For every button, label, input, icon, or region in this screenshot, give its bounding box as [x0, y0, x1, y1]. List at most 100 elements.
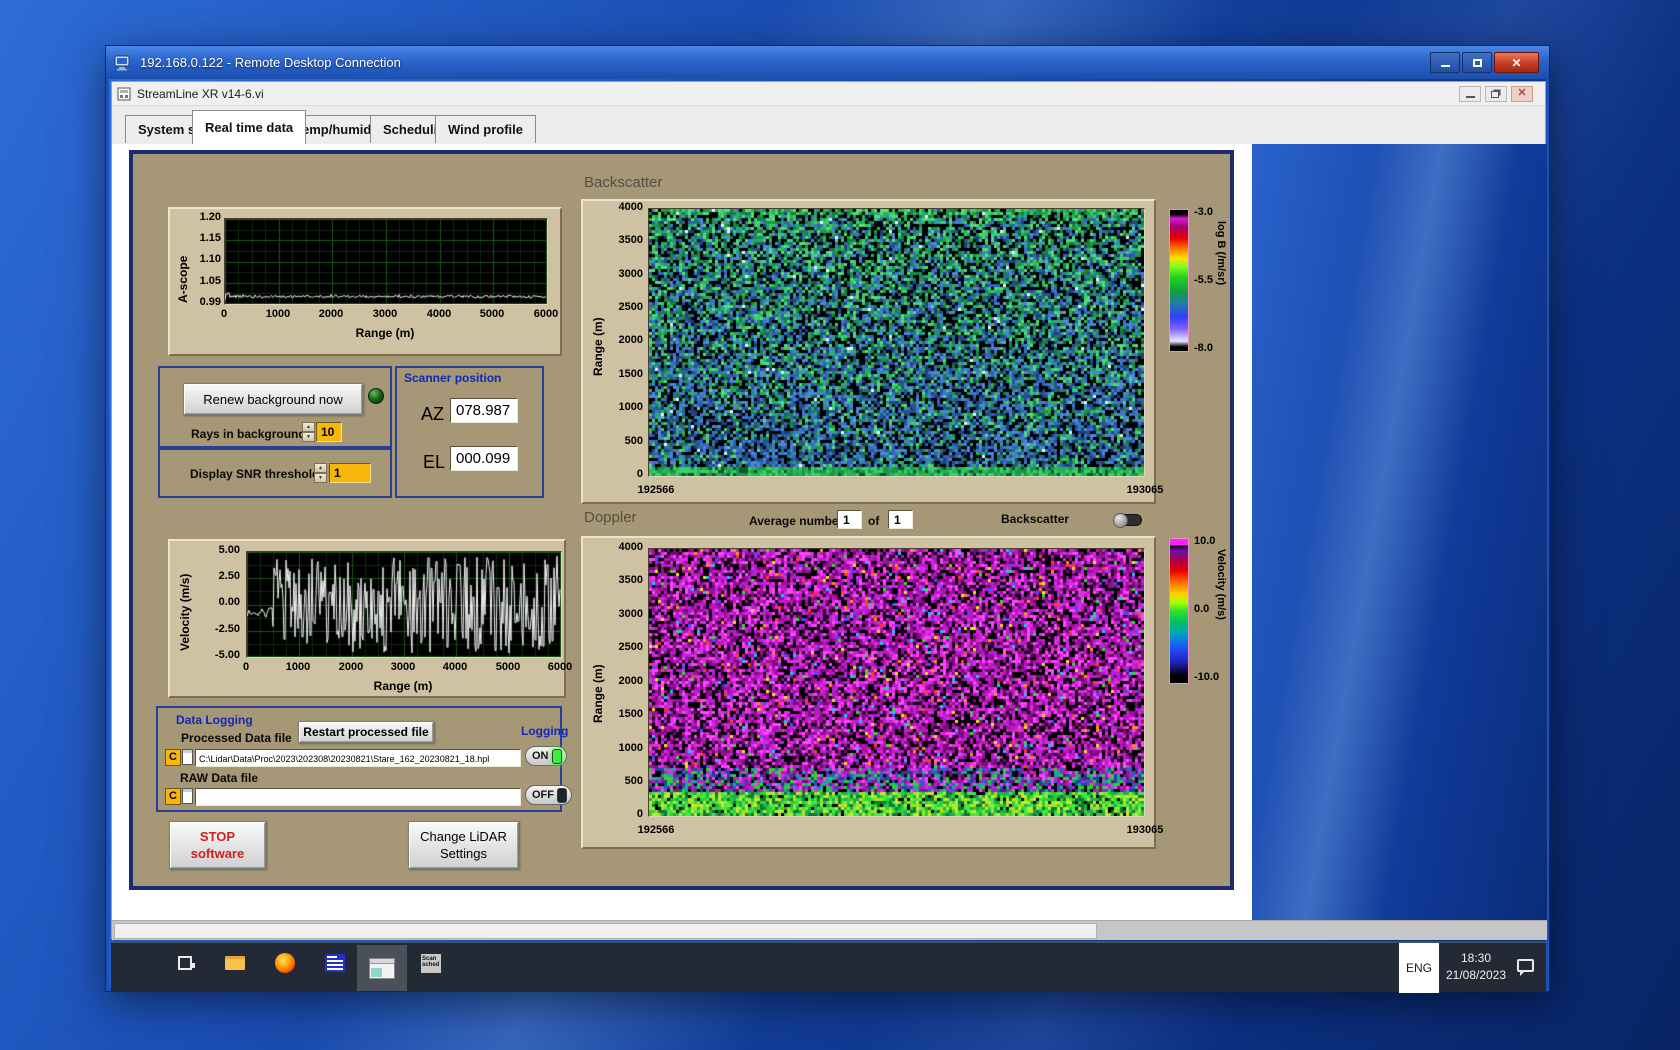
x-tick: 0 [242, 661, 250, 673]
az-label: AZ [421, 404, 445, 424]
x-tick: 2000 [318, 308, 344, 320]
snr-spinner[interactable]: ▲ ▼ [314, 463, 327, 483]
y-tick: 2000 [618, 675, 643, 687]
rays-spinner[interactable]: ▲ ▼ [302, 422, 315, 442]
tab-real-time-data[interactable]: Real time data [192, 110, 307, 144]
processed-logging-toggle-on[interactable]: ON [525, 746, 567, 766]
rdp-window: 192.168.0.122 - Remote Desktop Connectio… [105, 45, 1550, 993]
vi-content: A-scope 1.20 1.15 1.10 1.05 0.99 0 1000 … [112, 144, 1252, 920]
x-tick: 1000 [265, 308, 291, 320]
renew-background-button[interactable]: Renew background now [183, 383, 363, 415]
y-tick: 2.50 [218, 570, 240, 582]
average-total-field[interactable]: 1 [888, 510, 913, 529]
y-tick: 1000 [618, 401, 643, 413]
metek-app-button[interactable] [323, 951, 347, 975]
el-label: EL [423, 452, 446, 472]
scrollbar-thumb[interactable] [114, 923, 1097, 939]
active-app-window-button[interactable] [357, 945, 407, 991]
doppler-colorbar [1169, 538, 1189, 684]
average-number-field[interactable]: 1 [837, 510, 862, 529]
el-value-field[interactable]: 000.099 [450, 446, 518, 471]
rdp-titlebar[interactable]: 192.168.0.122 - Remote Desktop Connectio… [106, 46, 1549, 79]
horizontal-scrollbar[interactable] [112, 920, 1547, 940]
rdp-minimize-button[interactable] [1430, 52, 1460, 73]
ascope-plot-area [224, 218, 548, 305]
x-tick: 5000 [495, 661, 521, 673]
y-tick: 2500 [618, 301, 643, 313]
ascope-y-axis-label: A-scope [176, 255, 190, 303]
y-tick: 1500 [618, 368, 643, 380]
processed-path-field[interactable]: C:\Lidar\Data\Proc\2023\202308\20230821\… [195, 749, 521, 767]
toggle-knob-icon [1113, 513, 1128, 528]
spinner-down-icon[interactable]: ▼ [302, 432, 315, 442]
task-view-button[interactable] [173, 951, 197, 975]
remote-wallpaper-region [1252, 144, 1547, 920]
notification-center-icon[interactable] [1517, 959, 1534, 976]
labview-vi-icon [117, 87, 131, 100]
colorbar-tick: 10.0 [1194, 535, 1216, 547]
restore-icon [1491, 91, 1499, 98]
vi-close-button[interactable]: ✕ [1511, 85, 1533, 102]
stop-software-button[interactable]: STOP software [169, 821, 266, 869]
file-explorer-button[interactable] [223, 951, 247, 975]
vi-window: StreamLine XR v14-6.vi ✕ System setup Re… [111, 81, 1547, 940]
y-tick: 4000 [618, 201, 643, 213]
background-controls-box: Renew background now Rays in background … [158, 366, 392, 448]
doppler-x-min: 192566 [637, 824, 675, 836]
vi-minimize-button[interactable] [1459, 85, 1481, 102]
x-tick: 3000 [390, 661, 416, 673]
y-tick: 5.00 [218, 544, 240, 556]
rdp-close-button[interactable]: ✕ [1494, 52, 1539, 73]
backscatter-display-toggle[interactable] [1113, 513, 1142, 528]
raw-logging-toggle-off[interactable]: OFF [525, 785, 572, 805]
backscatter-title: Backscatter [584, 174, 663, 191]
x-tick: 6000 [533, 308, 559, 320]
firefox-button[interactable] [273, 951, 297, 975]
clock-tray[interactable]: 18:30 21/08/2023 [1441, 950, 1511, 984]
tab-wind-profile[interactable]: Wind profile [435, 115, 536, 143]
vi-restore-button[interactable] [1485, 85, 1507, 102]
raw-file-browse-icon[interactable] [182, 788, 193, 804]
vi-window-title: StreamLine XR v14-6.vi [137, 86, 264, 101]
doppler-heatmap [648, 548, 1145, 817]
backscatter-x-max: 193065 [1126, 484, 1164, 496]
spinner-down-icon[interactable]: ▼ [314, 473, 327, 483]
tray-time: 18:30 [1460, 951, 1492, 965]
logging-on-lamp-icon [551, 748, 562, 764]
rdp-maximize-button[interactable] [1462, 52, 1492, 73]
app-window-icon [369, 957, 395, 979]
spinner-up-icon[interactable]: ▲ [314, 463, 327, 473]
raw-path-field[interactable] [195, 788, 521, 806]
tray-date: 21/08/2023 [1445, 968, 1507, 982]
doppler-x-max: 193065 [1126, 824, 1164, 836]
colorbar-tick: 0.0 [1194, 603, 1210, 615]
rays-in-background-label: Rays in background [191, 427, 306, 441]
processed-drive-button[interactable]: C [165, 749, 181, 766]
y-tick: 1.05 [199, 275, 221, 287]
scanner-position-box: Scanner position AZ 078.987 EL 000.099 [395, 366, 544, 498]
desktop: 192.168.0.122 - Remote Desktop Connectio… [0, 0, 1680, 1050]
x-tick: 5000 [479, 308, 505, 320]
doppler-graph: Range (m) 4000 3500 3000 2500 2000 1500 … [581, 536, 1163, 849]
az-value-field[interactable]: 078.987 [450, 398, 518, 423]
ascope-graph: A-scope 1.20 1.15 1.10 1.05 0.99 0 1000 … [168, 207, 562, 356]
spinner-up-icon[interactable]: ▲ [302, 422, 315, 432]
logging-off-lamp-icon [557, 787, 567, 803]
doppler-colorbar-label: Velocity (m/s) [1215, 549, 1227, 620]
snr-threshold-label: Display SNR threshold [190, 467, 320, 481]
scan-scheduler-button[interactable]: Scan sched [419, 951, 443, 975]
front-panel: A-scope 1.20 1.15 1.10 1.05 0.99 0 1000 … [129, 150, 1234, 890]
change-lidar-settings-button[interactable]: Change LiDAR Settings [408, 821, 519, 869]
rdp-window-title: 192.168.0.122 - Remote Desktop Connectio… [140, 55, 401, 70]
raw-drive-button[interactable]: C [165, 788, 181, 805]
restart-processed-file-button[interactable]: Restart processed file [298, 721, 434, 743]
snr-value-field[interactable]: 1 [329, 463, 371, 483]
language-indicator[interactable]: ENG [1399, 943, 1439, 993]
x-tick: 4000 [442, 661, 468, 673]
processed-file-browse-icon[interactable] [182, 749, 193, 765]
metek-app-icon [325, 954, 345, 972]
rays-value-field[interactable]: 10 [316, 422, 342, 442]
average-number-label: Average number [749, 514, 844, 528]
vi-titlebar[interactable]: StreamLine XR v14-6.vi ✕ [112, 82, 1545, 106]
x-tick: 6000 [547, 661, 573, 673]
